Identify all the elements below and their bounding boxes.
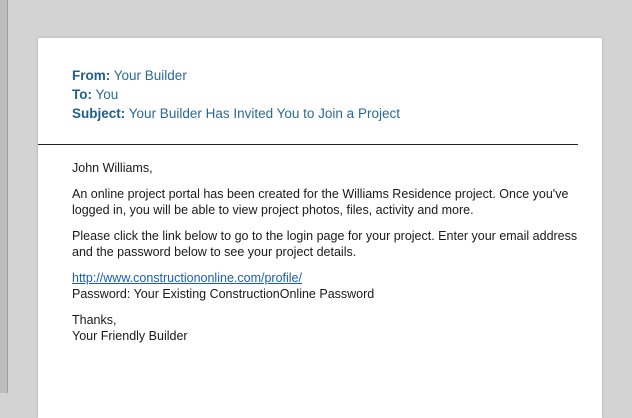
from-label: From: [72,68,111,83]
email-header: From: Your Builder To: You Subject: Your… [72,66,400,123]
signoff-block: Thanks, Your Friendly Builder [72,312,584,344]
email-body: John Williams, An online project portal … [72,160,584,354]
to-value: You [95,87,119,102]
password-line: Password: Your Existing ConstructionOnli… [72,287,375,301]
from-row: From: Your Builder [72,66,400,85]
instructions-paragraph: Please click the link below to go to the… [72,229,578,259]
to-label: To: [72,87,92,102]
from-value: Your Builder [113,68,187,83]
window-frame-left [0,0,8,393]
header-divider [38,144,578,145]
greeting: John Williams, [72,161,153,175]
subject-label: Subject: [72,106,126,121]
to-row: To: You [72,85,400,104]
email-card: From: Your Builder To: You Subject: Your… [38,38,602,418]
login-block: http://www.constructiononline.com/profil… [72,270,584,302]
profile-link[interactable]: http://www.constructiononline.com/profil… [72,271,302,285]
signature: Your Friendly Builder [72,329,188,343]
subject-value: Your Builder Has Invited You to Join a P… [128,106,400,121]
intro-paragraph: An online project portal has been create… [72,187,569,217]
thanks-text: Thanks, [72,313,117,327]
subject-row: Subject: Your Builder Has Invited You to… [72,104,400,123]
